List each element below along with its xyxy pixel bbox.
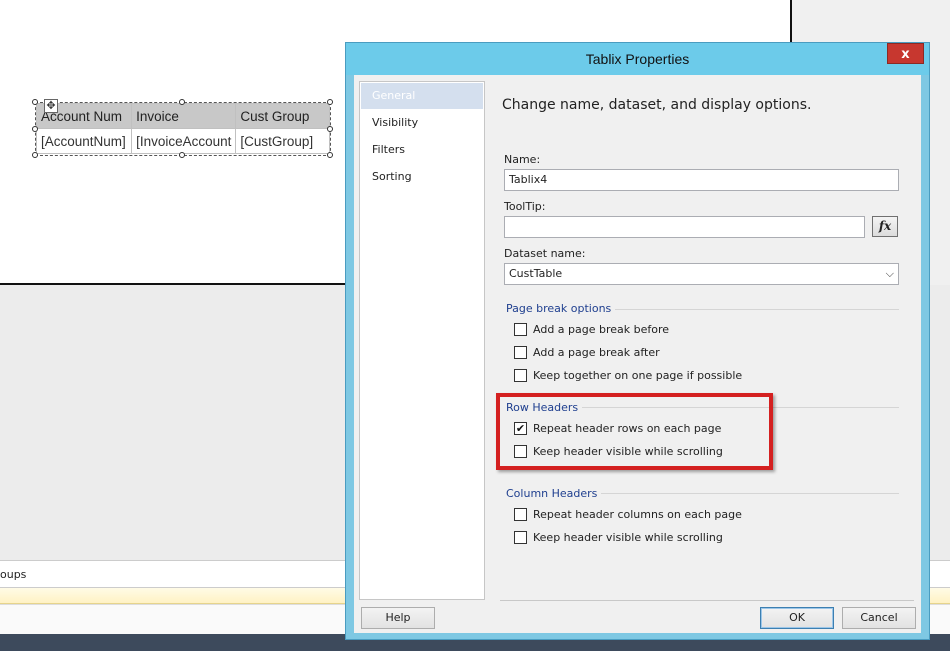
tablix-header-cell[interactable]: Cust Group	[235, 103, 330, 129]
checkbox-label: Add a page break before	[533, 323, 670, 336]
tablix-data-cell[interactable]: [CustGroup]	[235, 128, 330, 154]
tablix-control[interactable]: Account Num Invoice Cust Group [AccountN…	[32, 99, 333, 158]
resize-handle[interactable]	[179, 99, 185, 105]
checkbox[interactable]	[514, 323, 527, 336]
nav-item-filters[interactable]: Filters	[361, 137, 483, 163]
tablix-header-row[interactable]: Account Num Invoice Cust Group	[35, 103, 330, 129]
nav-item-visibility[interactable]: Visibility	[361, 110, 483, 136]
name-input[interactable]: Tablix4	[504, 169, 899, 191]
tablix-data-row[interactable]: [AccountNum] [InvoiceAccount [CustGroup]	[35, 128, 330, 154]
help-button[interactable]: Help	[361, 607, 435, 629]
checkbox-label: Keep header visible while scrolling	[533, 531, 723, 544]
tablix-table[interactable]: Account Num Invoice Cust Group [AccountN…	[35, 103, 330, 154]
checkbox-label: Keep header visible while scrolling	[533, 445, 723, 458]
dialog-title: Tablix Properties	[585, 51, 690, 67]
checkbox-checked[interactable]: ✔	[514, 422, 527, 435]
tablix-data-cell[interactable]: [InvoiceAccount	[131, 128, 237, 154]
name-label: Name:	[504, 153, 541, 166]
resize-handle[interactable]	[32, 152, 38, 158]
checkbox[interactable]	[514, 531, 527, 544]
general-page: Change name, dataset, and display option…	[494, 81, 914, 600]
resize-handle[interactable]	[32, 126, 38, 132]
page-nav-list: General Visibility Filters Sorting	[359, 81, 485, 600]
tablix-properties-dialog: Tablix Properties x General Visibility F…	[345, 42, 930, 640]
resize-handle[interactable]	[32, 99, 38, 105]
checkbox-label: Add a page break after	[533, 346, 660, 359]
dataset-select[interactable]: CustTable ⌵	[504, 263, 899, 285]
button-divider	[500, 600, 914, 601]
nav-item-sorting[interactable]: Sorting	[361, 164, 483, 190]
resize-handle[interactable]	[327, 99, 333, 105]
tooltip-input[interactable]	[504, 216, 865, 238]
cancel-button[interactable]: Cancel	[842, 607, 916, 629]
page-heading: Change name, dataset, and display option…	[502, 97, 812, 113]
dataset-label: Dataset name:	[504, 247, 586, 260]
row-headers-group-title: Row Headers	[506, 401, 583, 414]
page-break-group-title: Page break options	[506, 302, 616, 315]
chevron-down-icon: ⌵	[885, 267, 894, 280]
dialog-client-area: General Visibility Filters Sorting Chang…	[354, 75, 921, 633]
dataset-value: CustTable	[509, 267, 563, 280]
resize-handle[interactable]	[179, 152, 185, 158]
tooltip-label: ToolTip:	[504, 200, 546, 213]
nav-item-general[interactable]: General	[361, 83, 483, 109]
checkbox-label: Repeat header columns on each page	[533, 508, 742, 521]
groups-label: oups	[0, 568, 27, 581]
checkbox[interactable]	[514, 445, 527, 458]
dialog-titlebar[interactable]: Tablix Properties x	[346, 43, 929, 75]
checkbox[interactable]	[514, 508, 527, 521]
ok-button[interactable]: OK	[760, 607, 834, 629]
close-button[interactable]: x	[887, 43, 924, 64]
expression-button[interactable]: fx	[872, 216, 898, 237]
tablix-header-cell[interactable]: Invoice	[131, 103, 237, 129]
checkbox-label: Keep together on one page if possible	[533, 369, 743, 382]
checkbox[interactable]	[514, 346, 527, 359]
checkbox-label: Repeat header rows on each page	[533, 422, 722, 435]
checkbox[interactable]	[514, 369, 527, 382]
move-icon[interactable]: ✥	[44, 99, 58, 113]
column-headers-group-title: Column Headers	[506, 487, 602, 500]
resize-handle[interactable]	[327, 126, 333, 132]
tablix-data-cell[interactable]: [AccountNum]	[35, 128, 133, 154]
resize-handle[interactable]	[327, 152, 333, 158]
